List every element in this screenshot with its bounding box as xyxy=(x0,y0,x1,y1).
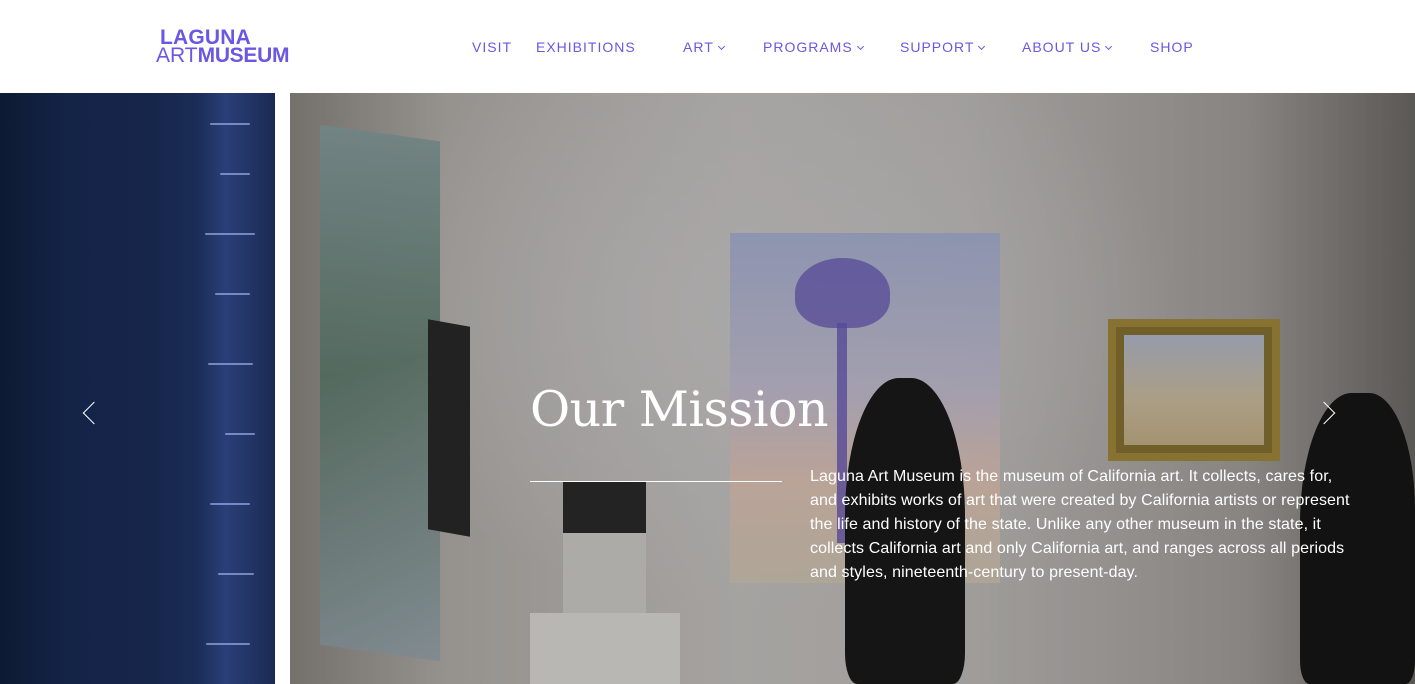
previous-slide-image[interactable] xyxy=(0,93,275,684)
streak xyxy=(220,173,250,175)
hero-slider: Our Mission Laguna Art Museum is the mus… xyxy=(0,93,1415,684)
nav-item-support-label: SUPPORT xyxy=(900,39,975,55)
gallery-photo-slide xyxy=(290,93,1415,684)
streak xyxy=(208,363,253,365)
nav-item-exhibitions[interactable]: EXHIBITIONS xyxy=(536,38,636,56)
streak xyxy=(215,293,250,295)
site-header: LAGUNA ARTMUSEUM VISIT EXHIBITIONS ART P… xyxy=(0,0,1415,93)
image-overlay xyxy=(290,93,1415,684)
chevron-down-icon xyxy=(856,42,864,51)
nav-item-programs-label: PROGRAMS xyxy=(763,39,853,55)
streak xyxy=(225,433,255,435)
streak xyxy=(206,643,250,645)
hero-title: Our Mission xyxy=(530,381,829,438)
nav-item-about-us[interactable]: ABOUT US xyxy=(1022,38,1113,56)
nav-item-art[interactable]: ART xyxy=(683,38,725,56)
chevron-down-icon xyxy=(978,42,986,51)
nav-item-about-us-label: ABOUT US xyxy=(1022,39,1102,55)
streak xyxy=(210,503,250,505)
laguna-art-museum-logo[interactable]: LAGUNA ARTMUSEUM xyxy=(156,27,301,68)
chevron-down-icon xyxy=(717,42,725,51)
chevron-down-icon xyxy=(1105,42,1113,51)
streak xyxy=(210,123,250,125)
streak xyxy=(218,573,254,575)
nav-item-programs[interactable]: PROGRAMS xyxy=(763,38,864,56)
logo-word-art-museum: ARTMUSEUM xyxy=(156,44,290,67)
nav-item-visit[interactable]: VISIT xyxy=(472,38,512,56)
nav-item-art-label: ART xyxy=(683,39,714,55)
nav-item-support[interactable]: SUPPORT xyxy=(900,38,986,56)
nav-item-shop[interactable]: SHOP xyxy=(1150,38,1194,56)
title-divider xyxy=(530,481,782,482)
streak xyxy=(205,233,255,235)
mission-statement: Laguna Art Museum is the museum of Calif… xyxy=(810,468,1350,581)
